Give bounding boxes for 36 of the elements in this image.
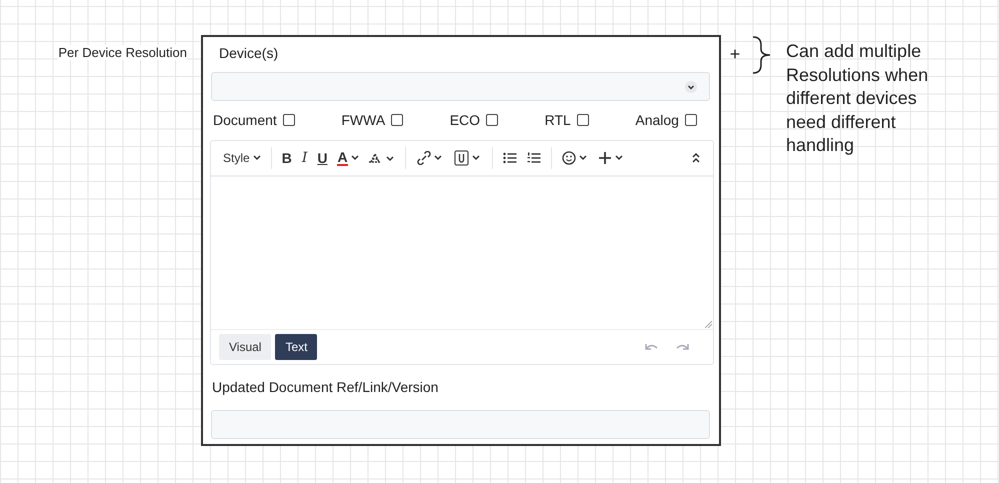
checkbox-label: ECO bbox=[450, 112, 480, 128]
style-dropdown[interactable]: Style bbox=[219, 145, 265, 171]
field-label: Device(s) bbox=[219, 45, 278, 61]
chevron-down-icon bbox=[252, 155, 261, 161]
bullet-list-icon bbox=[502, 152, 517, 164]
text-format-icon bbox=[368, 151, 395, 165]
curly-brace-icon bbox=[752, 36, 772, 74]
checkbox[interactable] bbox=[391, 114, 404, 126]
row-label: Per Device Resolution bbox=[58, 45, 187, 60]
plus-icon bbox=[598, 151, 624, 165]
resize-grip-icon bbox=[705, 321, 712, 328]
add-button[interactable]: + bbox=[728, 44, 742, 65]
underline-button[interactable]: U bbox=[313, 145, 332, 171]
input-field[interactable] bbox=[211, 410, 710, 439]
checkbox[interactable] bbox=[576, 114, 589, 126]
checkbox-label: Document bbox=[213, 112, 277, 128]
checkbox-label: Analog bbox=[635, 112, 679, 128]
italic-button[interactable]: I bbox=[298, 145, 312, 171]
editor-mode-tab[interactable]: Text bbox=[275, 334, 318, 360]
paperclip-icon bbox=[454, 150, 482, 166]
field-label: Updated Document Ref/Link/Version bbox=[212, 379, 438, 395]
bold-button[interactable]: B bbox=[278, 145, 296, 171]
annotation-text: Can add multiple Resolutions when different devices need different handling bbox=[786, 40, 930, 157]
chevron-down-icon bbox=[685, 80, 697, 92]
checkbox[interactable] bbox=[684, 114, 697, 126]
text-color-button[interactable]: A bbox=[333, 145, 363, 171]
checkbox[interactable] bbox=[486, 114, 498, 126]
smiley-icon bbox=[562, 151, 588, 165]
checkbox-label: RTL bbox=[544, 112, 571, 128]
link-icon bbox=[416, 151, 444, 165]
checkbox-label: FWWA bbox=[341, 112, 386, 128]
double-chevron-up-icon bbox=[691, 152, 701, 164]
editor-mode-tab[interactable]: Visual bbox=[219, 334, 272, 360]
checkbox[interactable] bbox=[282, 114, 295, 126]
numbered-list-icon bbox=[526, 152, 541, 164]
chevron-down-icon bbox=[350, 155, 359, 161]
